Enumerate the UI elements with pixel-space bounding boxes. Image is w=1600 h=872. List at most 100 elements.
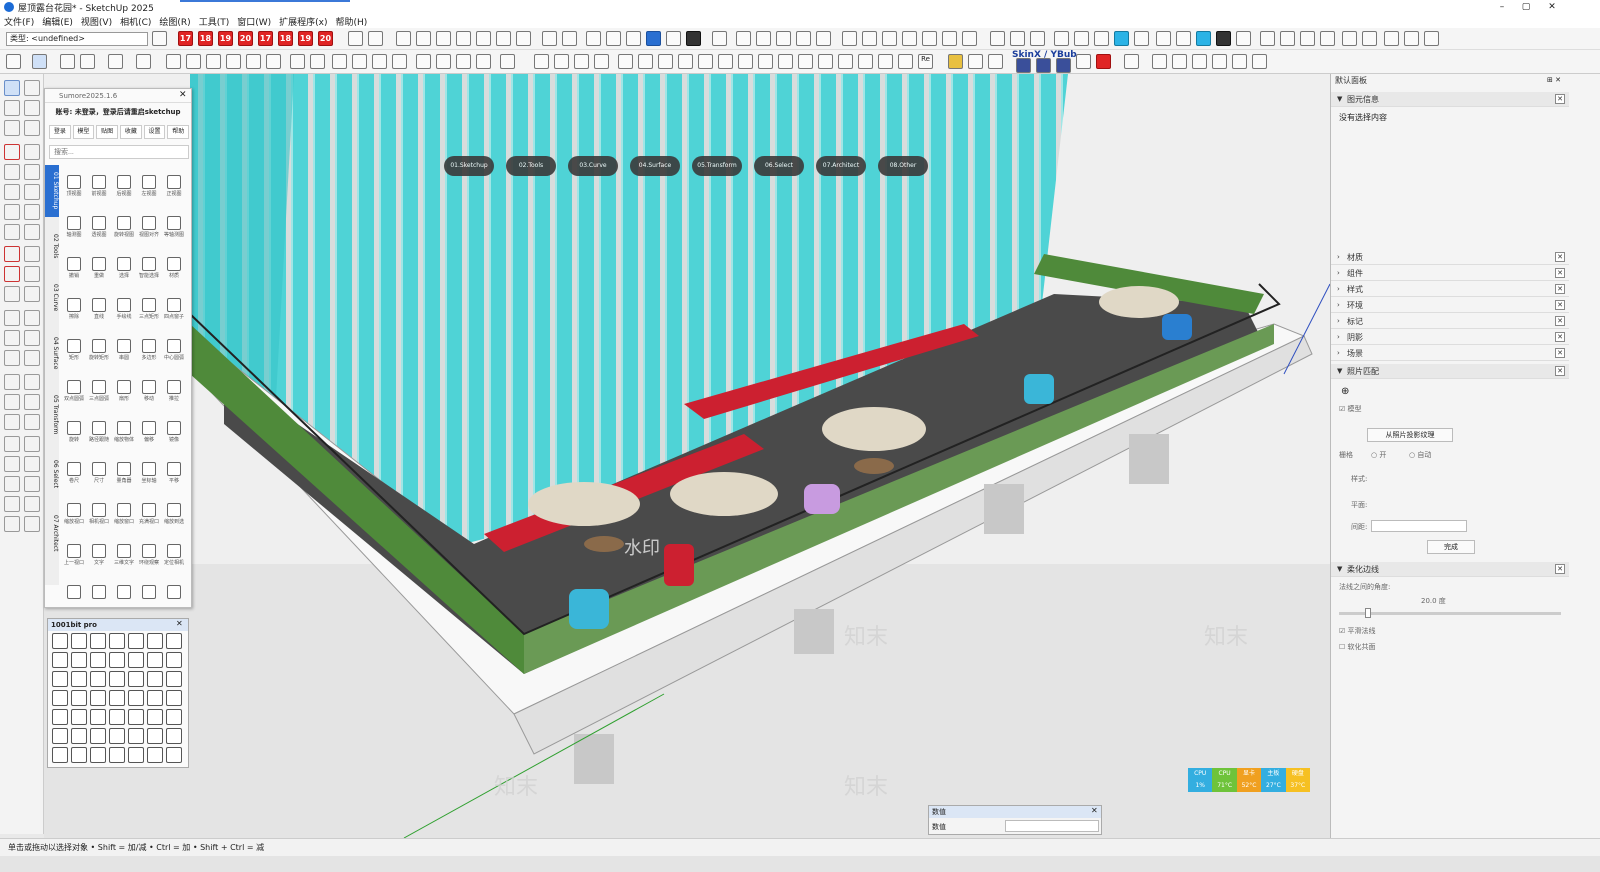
pro1001-tool-icon[interactable] xyxy=(147,747,163,763)
side-tab-tools[interactable]: 02 Tools xyxy=(45,221,59,271)
menu-camera[interactable]: 相机(C) xyxy=(116,15,155,28)
sumore-tool-item[interactable]: 三点矩形 xyxy=(138,298,160,324)
account-icon[interactable] xyxy=(500,54,515,69)
sumore-extra-icon[interactable] xyxy=(113,585,135,611)
close-button[interactable]: ✕ xyxy=(1540,0,1564,14)
sumore-tool-item[interactable]: 直线 xyxy=(88,298,110,324)
menu-window[interactable]: 窗口(W) xyxy=(233,15,275,28)
side-tab-select[interactable]: 06 Select xyxy=(45,449,59,499)
close-icon[interactable]: ✕ xyxy=(1555,366,1565,376)
add-photo-icon[interactable]: ⊕ xyxy=(1341,386,1349,397)
sumore-tool-item[interactable]: 等轴测图 xyxy=(163,216,185,242)
pro1001-tool-icon[interactable] xyxy=(52,671,68,687)
sumore-tool-item[interactable]: 扇形 xyxy=(113,380,135,406)
arc3-tool-icon[interactable] xyxy=(4,224,20,240)
new-file-icon[interactable] xyxy=(348,31,363,46)
circle-tool-icon[interactable] xyxy=(4,184,20,200)
panel-3-icon[interactable] xyxy=(1424,31,1439,46)
scale-icon[interactable] xyxy=(246,54,261,69)
pro1001-tool-icon[interactable] xyxy=(166,633,182,649)
scene-tab-other[interactable]: 08.Other xyxy=(878,156,928,176)
arc-icon[interactable] xyxy=(108,54,123,69)
model-checkbox[interactable]: ☑ 模型 xyxy=(1339,404,1362,414)
section-components[interactable]: › 组件 ✕ xyxy=(1331,266,1569,281)
box-gold-icon[interactable] xyxy=(948,54,963,69)
sumore-tool-item[interactable]: 镜像 xyxy=(163,421,185,447)
drop-gray-icon[interactable] xyxy=(1134,31,1149,46)
sumore-tool-item[interactable]: 卷尺 xyxy=(63,462,85,488)
measurements-input[interactable] xyxy=(1005,820,1099,832)
look-around-icon[interactable] xyxy=(574,54,589,69)
pro1001-tool-icon[interactable] xyxy=(52,747,68,763)
pencil-icon[interactable] xyxy=(80,54,95,69)
prev-tool-icon[interactable] xyxy=(24,414,40,430)
play-icon[interactable] xyxy=(1076,54,1091,69)
scene-tab-architect[interactable]: 07.Architect xyxy=(816,156,866,176)
scene-tab-select[interactable]: 06.Select xyxy=(754,156,804,176)
move-icon[interactable] xyxy=(206,54,221,69)
component-icon[interactable] xyxy=(736,31,751,46)
pro1001-tool-icon[interactable] xyxy=(109,728,125,744)
sumore-tool-item[interactable]: 中心圆弧 xyxy=(163,339,185,365)
drape-icon[interactable] xyxy=(902,31,917,46)
sumore-tool-item[interactable]: 视图对齐 xyxy=(138,216,160,242)
pro1001-tool-icon[interactable] xyxy=(166,709,182,725)
scene-tab-tools[interactable]: 02.Tools xyxy=(506,156,556,176)
pro1001-tool-icon[interactable] xyxy=(52,652,68,668)
settings-blue-icon[interactable] xyxy=(594,54,609,69)
sumore-tool-item[interactable]: 尺寸 xyxy=(88,462,110,488)
menu-extensions[interactable]: 扩展程序(x) xyxy=(275,15,331,28)
sumore-tab-login[interactable]: 登录 xyxy=(49,125,71,139)
gear-blue-icon[interactable] xyxy=(618,54,633,69)
entity-info-header[interactable]: ▼ 图元信息 ✕ xyxy=(1331,92,1569,107)
view-back-icon[interactable] xyxy=(476,31,491,46)
hex-2-icon[interactable] xyxy=(1280,31,1295,46)
pro1001-tool-icon[interactable] xyxy=(71,709,87,725)
arc2-tool-icon[interactable] xyxy=(24,204,40,220)
page-4-icon[interactable] xyxy=(1212,54,1227,69)
pro1001-tool-icon[interactable] xyxy=(147,709,163,725)
sumore-tool-item[interactable]: 轴测图 xyxy=(63,216,85,242)
menu-file[interactable]: 文件(F) xyxy=(0,15,38,28)
close-icon[interactable]: ✕ xyxy=(1555,348,1565,358)
tag-tool-icon[interactable] xyxy=(4,120,20,136)
grid-icon[interactable] xyxy=(658,54,673,69)
stack-tool-icon[interactable] xyxy=(4,496,20,512)
tape-tool-icon[interactable] xyxy=(4,310,20,326)
bars-icon[interactable] xyxy=(718,54,733,69)
sumore-tool-item[interactable]: 材质 xyxy=(163,257,185,283)
project-texture-button[interactable]: 从照片投影纹理 xyxy=(1367,428,1453,442)
version-18b-button[interactable]: 18 xyxy=(278,31,293,46)
link-icon[interactable] xyxy=(678,54,693,69)
push-pull-icon[interactable] xyxy=(166,54,181,69)
view-left-icon[interactable] xyxy=(496,31,511,46)
pro1001-tool-icon[interactable] xyxy=(147,690,163,706)
view-iso-icon[interactable] xyxy=(396,31,411,46)
skinx-2-icon[interactable] xyxy=(1036,58,1051,73)
group-icon[interactable] xyxy=(756,31,771,46)
zoom-tool-icon[interactable] xyxy=(4,394,20,410)
sumore-tool-item[interactable]: 路径跟随 xyxy=(88,421,110,447)
pro1001-tool-icon[interactable] xyxy=(71,633,87,649)
sumore-close-icon[interactable]: ✕ xyxy=(179,90,187,100)
scene-tab-sketchup[interactable]: 01.Sketchup xyxy=(444,156,494,176)
offset-icon[interactable] xyxy=(186,54,201,69)
close-icon[interactable]: ✕ xyxy=(1555,268,1565,278)
sumore-extra-icon[interactable] xyxy=(138,585,160,611)
offset-tool-icon[interactable] xyxy=(24,286,40,302)
model-viewport[interactable]: 水印 知末 知末 知末 知末 01.Sketchup 02.Tools 03.C… xyxy=(44,74,1330,838)
xray-icon[interactable] xyxy=(542,31,557,46)
tile-icon[interactable] xyxy=(698,54,713,69)
text-icon[interactable] xyxy=(310,54,325,69)
eraser-icon[interactable] xyxy=(60,54,75,69)
sumore-tool-item[interactable]: 透视图 xyxy=(88,216,110,242)
pro1001-tool-icon[interactable] xyxy=(166,747,182,763)
sumore-tool-item[interactable]: 移动 xyxy=(138,380,160,406)
rotated-rect-tool-icon[interactable] xyxy=(24,164,40,180)
select-tool-icon[interactable] xyxy=(4,80,20,96)
wireframe-icon[interactable] xyxy=(586,31,601,46)
stack-icon[interactable] xyxy=(798,54,813,69)
sumore-tool-item[interactable]: 撤销 xyxy=(63,257,85,283)
pro1001-tool-icon[interactable] xyxy=(90,633,106,649)
dimension-tool-icon[interactable] xyxy=(24,310,40,326)
